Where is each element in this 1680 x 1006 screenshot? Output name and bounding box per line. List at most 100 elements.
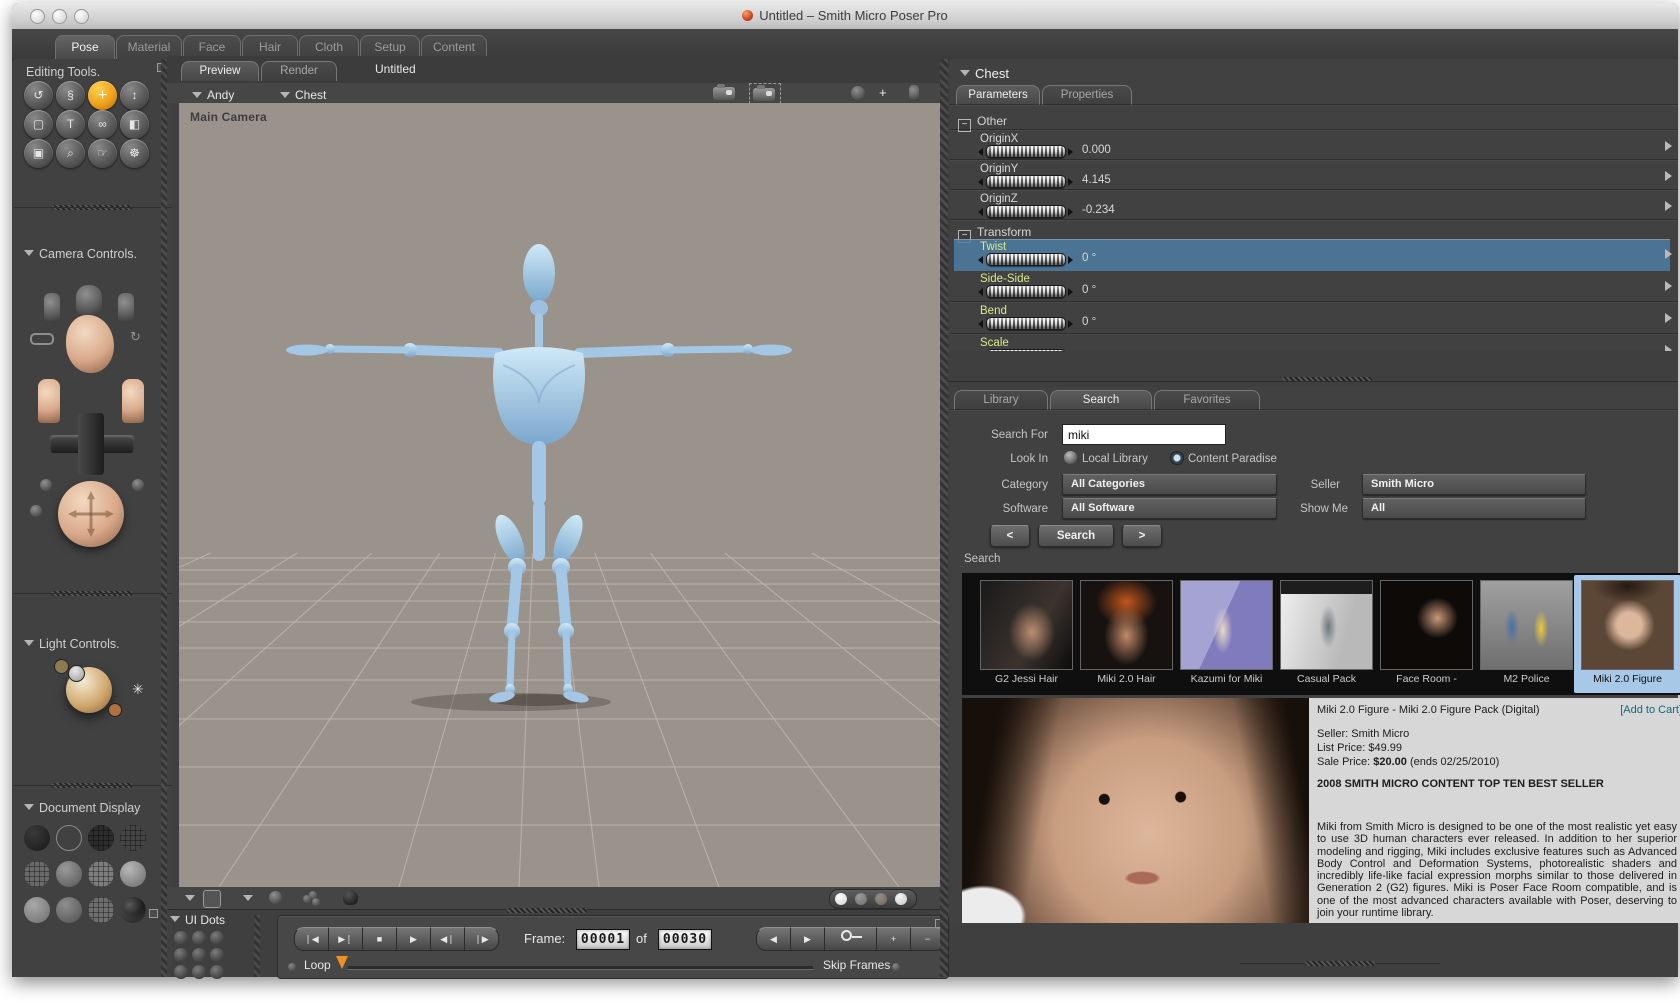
param-label[interactable]: Side-Side: [980, 273, 1030, 285]
bottom-panel-gutter[interactable]: [254, 915, 260, 977]
result-thumbnail[interactable]: [1581, 580, 1674, 670]
search-input[interactable]: [1062, 424, 1226, 445]
param-menu-arrow-icon[interactable]: [1665, 171, 1672, 181]
param-label[interactable]: Scale: [980, 337, 1009, 349]
param-value[interactable]: 4.145: [1082, 174, 1111, 186]
tracking-mode-button[interactable]: [203, 890, 221, 908]
camera-dot-icon[interactable]: [30, 505, 42, 517]
param-label[interactable]: OriginX: [980, 133, 1018, 145]
flyaround-camera-icon[interactable]: [76, 285, 102, 315]
tab-render[interactable]: Render: [261, 61, 337, 81]
display-hidden-line-icon[interactable]: [120, 825, 146, 851]
result-thumbnail[interactable]: [1080, 580, 1173, 670]
param-value[interactable]: 0 °: [1082, 316, 1096, 328]
display-outline-icon[interactable]: [56, 825, 82, 851]
morphing-tool-icon[interactable]: ▣: [24, 139, 53, 168]
product-image[interactable]: [962, 698, 1309, 923]
taper-tool-icon[interactable]: T: [56, 110, 85, 139]
step-forward-button[interactable]: ❘▶: [464, 927, 499, 951]
local-library-option[interactable]: Local Library: [1082, 453, 1148, 465]
left-hand-camera-icon[interactable]: [44, 293, 60, 323]
ui-dot-button[interactable]: [192, 931, 206, 945]
tracking-dot-icon[interactable]: [855, 893, 867, 905]
param-label[interactable]: OriginZ: [980, 193, 1018, 205]
trackball-control-icon[interactable]: [58, 481, 124, 547]
tab-favorites[interactable]: Favorites: [1154, 390, 1260, 410]
ui-dot-button[interactable]: [210, 931, 224, 945]
seller-dropdown[interactable]: Smith Micro: [1362, 474, 1586, 495]
right-hand-camera-icon[interactable]: [118, 293, 134, 323]
timeline-track[interactable]: [348, 966, 813, 970]
viewport[interactable]: Main Camera: [179, 103, 947, 887]
result-thumbnail[interactable]: [1480, 580, 1573, 670]
panel-resize-handle[interactable]: [1305, 961, 1375, 966]
display-shadow-icon[interactable]: [120, 897, 146, 923]
light-indicator-icon[interactable]: [54, 659, 69, 674]
camera-name-label[interactable]: Main Camera: [190, 110, 267, 124]
ui-dot-button[interactable]: [210, 948, 224, 962]
step-back-button[interactable]: ◀❘: [430, 927, 465, 951]
ui-dot-button[interactable]: [210, 965, 224, 979]
translate-inout-tool-icon[interactable]: ↕: [120, 81, 149, 110]
trackball-mini-icon[interactable]: [851, 86, 865, 100]
search-button[interactable]: Search: [1038, 525, 1114, 547]
camera-dot-icon[interactable]: [132, 479, 144, 491]
tracking-dot-icon[interactable]: [835, 893, 847, 905]
result-thumbnail[interactable]: [980, 580, 1073, 670]
stop-button[interactable]: ■: [362, 927, 397, 951]
ui-dot-button[interactable]: [174, 948, 188, 962]
param-value[interactable]: 0 °: [1082, 284, 1096, 296]
prev-page-button[interactable]: <: [990, 525, 1030, 547]
animating-key-icon[interactable]: [30, 333, 54, 345]
camera-select-icon[interactable]: [749, 83, 781, 104]
panel-resize-handle[interactable]: [507, 908, 587, 913]
light-indicator-icon[interactable]: [108, 703, 122, 717]
chain-break-tool-icon[interactable]: ∞: [88, 110, 117, 139]
param-label[interactable]: Bend: [980, 305, 1007, 317]
color-tool-icon[interactable]: ◧: [120, 110, 149, 139]
result-thumbnail[interactable]: [1380, 580, 1473, 670]
tab-preview[interactable]: Preview: [181, 61, 259, 81]
param-value[interactable]: -0.234: [1082, 204, 1115, 216]
content-paradise-option[interactable]: Content Paradise: [1188, 453, 1277, 465]
tab-properties[interactable]: Properties: [1042, 85, 1132, 105]
param-value[interactable]: 0.000: [1082, 144, 1111, 156]
display-sphere-icon[interactable]: [269, 891, 282, 904]
param-menu-arrow-icon[interactable]: [1665, 201, 1672, 211]
panel-resize-gutter[interactable]: [940, 59, 948, 977]
param-label[interactable]: OriginY: [980, 163, 1018, 175]
light-indicator-icon[interactable]: [68, 665, 85, 682]
shadow-sphere-icon[interactable]: [343, 890, 358, 905]
actor-menu[interactable]: Andy: [192, 86, 234, 104]
param-menu-arrow-icon[interactable]: [1665, 345, 1672, 351]
display-style-menu-icon[interactable]: [243, 895, 253, 901]
edit-keyframes-button[interactable]: [824, 927, 878, 951]
right-hand-control-icon[interactable]: [122, 379, 144, 423]
document-display-header[interactable]: Document Display: [24, 801, 140, 815]
result-item-selected[interactable]: Miki 2.0 Figure: [1574, 575, 1680, 693]
display-silhouette-icon[interactable]: [24, 825, 50, 851]
translate-pull-tool-icon[interactable]: +: [88, 81, 117, 110]
prev-keyframe-button[interactable]: ◀: [756, 927, 791, 951]
ui-dot-button[interactable]: [174, 965, 188, 979]
twist-tool-icon[interactable]: §: [56, 81, 85, 110]
rotate-tool-icon[interactable]: ↺: [24, 81, 53, 110]
param-value[interactable]: 0 °: [1082, 252, 1096, 264]
camera-dot-icon[interactable]: [40, 479, 52, 491]
tracking-dot-icon[interactable]: [875, 893, 887, 905]
display-texture-shaded-icon[interactable]: [56, 897, 82, 923]
move-cross-icon[interactable]: +: [879, 85, 887, 100]
display-smooth-shaded-icon[interactable]: [120, 861, 146, 887]
bodypart-menu[interactable]: Chest: [280, 86, 326, 104]
scale-tool-icon[interactable]: ▢: [24, 110, 53, 139]
depth-cue-menu-icon[interactable]: [185, 895, 195, 901]
current-frame-field[interactable]: 00001: [576, 929, 630, 950]
software-dropdown[interactable]: All Software: [1062, 498, 1277, 519]
view-magnifier-tool-icon[interactable]: ⌕: [56, 139, 85, 168]
next-page-button[interactable]: >: [1122, 525, 1162, 547]
last-frame-button[interactable]: ▶❘: [328, 927, 363, 951]
ui-dot-button[interactable]: [192, 965, 206, 979]
tab-pose[interactable]: Pose: [55, 35, 115, 59]
local-library-radio[interactable]: [1064, 451, 1077, 464]
tracking-dot-icon[interactable]: [895, 893, 907, 905]
